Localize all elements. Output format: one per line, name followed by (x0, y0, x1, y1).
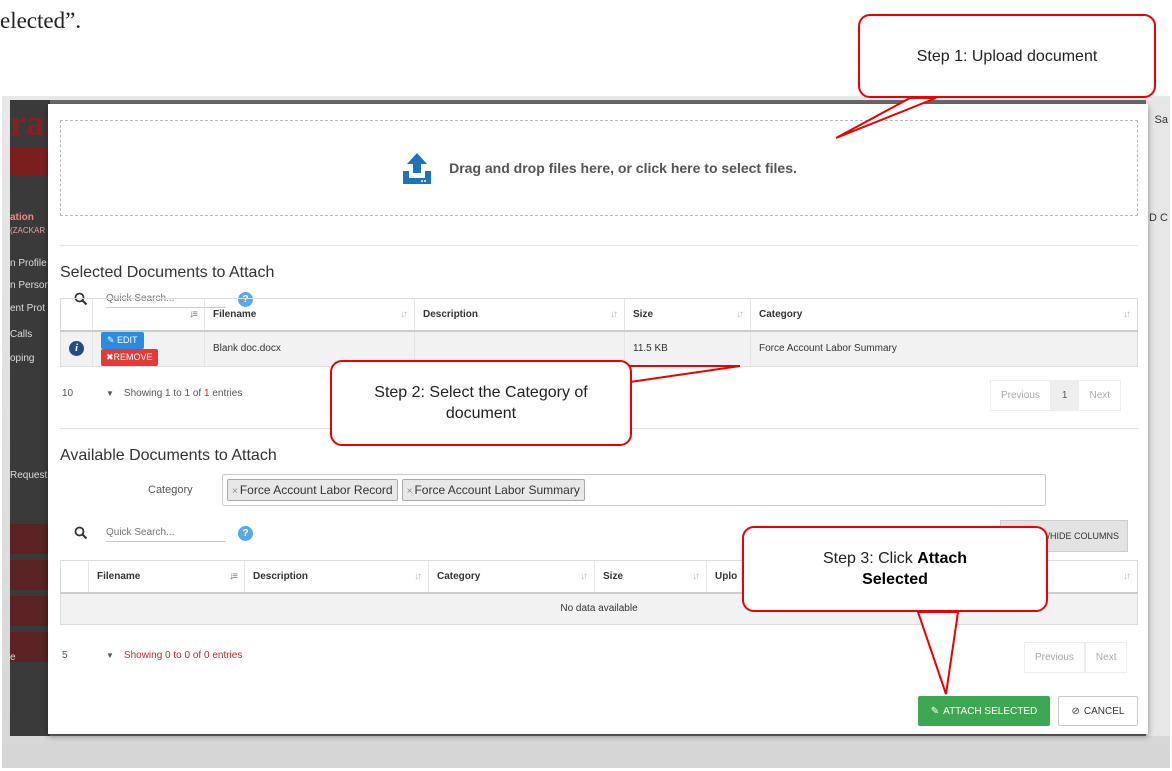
callout-1-pointer (835, 97, 937, 139)
callout-step-1: Step 1: Upload document (858, 14, 1156, 98)
callout-text: Step 1: Upload document (916, 47, 1098, 65)
callout-step-2: Step 2: Select the Category of document (330, 360, 632, 446)
callout-text: Step 3: Click Attach Selected (822, 550, 968, 588)
callout-3-pointer (916, 611, 960, 695)
callout-2-pointer (629, 365, 741, 384)
callout-step-3: Step 3: Click Attach Selected (742, 526, 1048, 612)
callout-text: Step 2: Select the Category of document (374, 384, 588, 422)
